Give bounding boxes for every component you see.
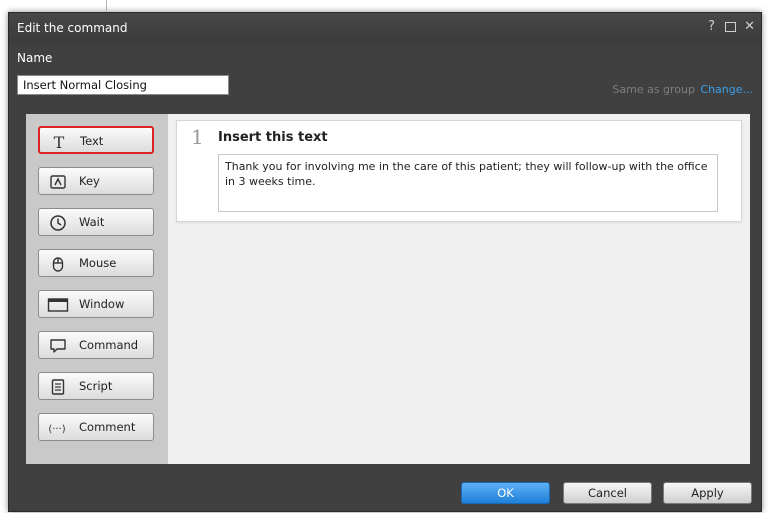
- same-as-group-text: Same as group: [612, 83, 695, 96]
- step-number: 1: [191, 125, 204, 149]
- tool-window-button[interactable]: Window: [38, 290, 154, 318]
- key-icon: [49, 173, 67, 191]
- title-bar: Edit the command ? ✕: [9, 13, 761, 43]
- command-tool-palette: T Text Key Wait Mouse Window Command Scr…: [26, 114, 168, 464]
- tool-label: Command: [79, 338, 139, 352]
- command-steps-panel: 1 Insert this text Thank you for involvi…: [168, 114, 750, 464]
- tool-label: Key: [79, 174, 100, 188]
- tool-comment-button[interactable]: (···) Comment: [38, 413, 154, 441]
- window-icon: [47, 296, 69, 314]
- speech-bubble-icon: [49, 337, 67, 355]
- tool-label: Comment: [79, 420, 136, 434]
- tool-wait-button[interactable]: Wait: [38, 208, 154, 236]
- clock-icon: [49, 214, 67, 232]
- svg-text:(···): (···): [48, 424, 65, 435]
- tool-label: Script: [79, 379, 113, 393]
- tool-label: Window: [79, 297, 125, 311]
- tool-script-button[interactable]: Script: [38, 372, 154, 400]
- tool-label: Wait: [79, 215, 105, 229]
- tool-label: Text: [80, 134, 104, 148]
- tool-label: Mouse: [79, 256, 117, 270]
- edit-command-dialog: Edit the command ? ✕ Name Same as group …: [8, 12, 762, 512]
- step-text-area[interactable]: Thank you for involving me in the care o…: [218, 154, 718, 212]
- ellipsis-icon: (···): [45, 419, 69, 437]
- step-card[interactable]: 1 Insert this text Thank you for involvi…: [176, 120, 742, 222]
- name-field[interactable]: [17, 75, 229, 95]
- dialog-title: Edit the command: [17, 21, 128, 35]
- step-title: Insert this text: [218, 130, 328, 145]
- tool-text-button[interactable]: T Text: [38, 126, 154, 154]
- name-label: Name: [17, 51, 53, 65]
- mouse-icon: [49, 255, 67, 273]
- background-tick-mark: [106, 0, 107, 10]
- script-icon: [49, 378, 67, 396]
- tool-key-button[interactable]: Key: [38, 167, 154, 195]
- svg-text:T: T: [54, 133, 65, 151]
- apply-button[interactable]: Apply: [663, 482, 752, 504]
- cancel-button[interactable]: Cancel: [563, 482, 652, 504]
- text-icon: T: [50, 133, 68, 151]
- tool-mouse-button[interactable]: Mouse: [38, 249, 154, 277]
- close-button[interactable]: ✕: [744, 19, 755, 35]
- maximize-button[interactable]: [725, 22, 736, 32]
- tool-command-button[interactable]: Command: [38, 331, 154, 359]
- ok-button[interactable]: OK: [461, 482, 550, 504]
- help-button[interactable]: ?: [708, 19, 715, 35]
- change-link[interactable]: Change...: [700, 83, 753, 96]
